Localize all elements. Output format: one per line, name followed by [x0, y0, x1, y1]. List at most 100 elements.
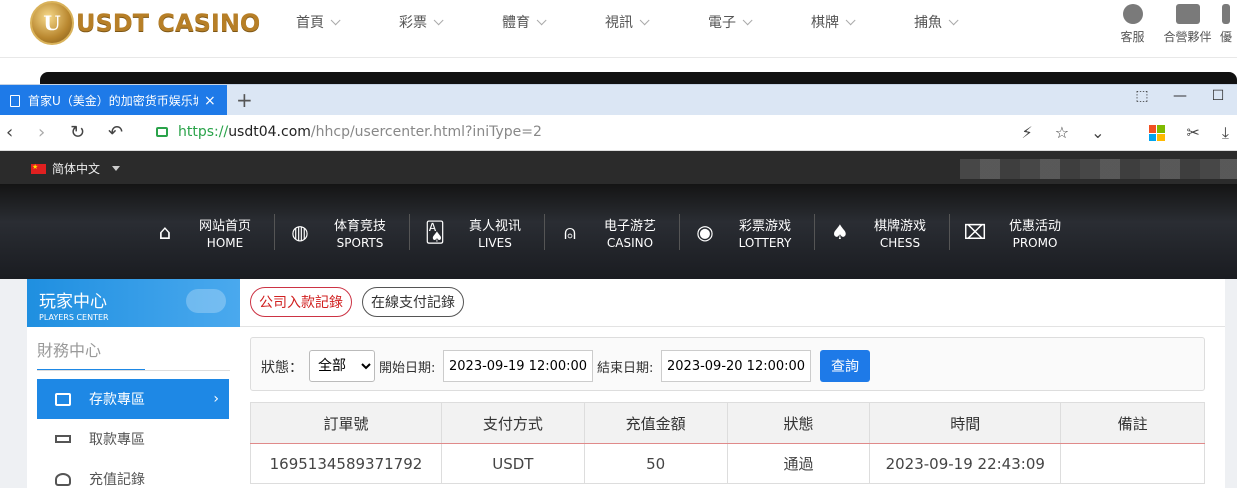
money-bag-icon	[55, 472, 71, 486]
main-nav-promo[interactable]: ⌧ 优惠活动 PROMO	[950, 214, 1084, 250]
sidebar-item-label: 充值記錄	[89, 472, 145, 488]
column-header: 訂單號	[250, 402, 442, 444]
nav-label: 體育	[502, 15, 530, 31]
main-nav-sports[interactable]: ◍ 体育竞技 SPORTS	[275, 214, 410, 250]
main-nav-casino[interactable]: ⍝ 电子游艺 CASINO	[545, 214, 680, 250]
nav-en: CHESS	[879, 235, 921, 250]
nav-en: SPORTS	[336, 235, 384, 250]
dark-band	[40, 72, 1237, 84]
tab-company-deposit-records[interactable]: 公司入款記錄	[250, 287, 352, 317]
record-tabs: 公司入款記錄 在線支付記錄	[250, 287, 474, 317]
top-nav: 首頁 彩票 體育 視訊 電子 棋牌 捕魚	[296, 12, 1017, 32]
china-flag-icon	[31, 163, 46, 174]
language-selector[interactable]: 简体中文	[31, 160, 121, 177]
nav-zh: 优惠活动	[1008, 218, 1061, 234]
promo-button[interactable]: 優	[1215, 0, 1237, 45]
nav-zh: 真人视讯	[468, 218, 521, 234]
undo-icon[interactable]: ↶	[108, 122, 123, 143]
player-center-header: 玩家中心 PLAYERS CENTER	[27, 279, 240, 327]
card-icon	[55, 392, 71, 406]
forward-icon[interactable]: ›	[38, 122, 45, 143]
records-table: 訂單號 支付方式 充值金額 狀態 時間 備註 1695134589371792 …	[250, 402, 1205, 484]
table-header-row: 訂單號 支付方式 充值金額 狀態 時間 備註	[250, 402, 1205, 444]
main-nav: ⌂ 网站首页 HOME ◍ 体育竞技 SPORTS 🂡 真人视讯 LIVES ⍝ 电子游艺 CA…	[140, 214, 1084, 250]
shirt-icon[interactable]: ⬚	[1123, 88, 1161, 104]
payment-method-cell: USDT	[440, 443, 585, 484]
new-tab-button[interactable]: +	[236, 88, 253, 112]
order-number-cell: 1695134589371792	[250, 443, 442, 484]
lightning-icon[interactable]: ⚡	[1022, 123, 1033, 143]
address-tools: ⚡ ☆ ⌄ ✂ ⤓	[1000, 123, 1229, 143]
main-panel: 公司入款記錄 在線支付記錄 狀態： 全部 開始日期: 結束日期: 查詢 訂單號 …	[240, 279, 1225, 488]
nav-zh: 彩票游戏	[738, 218, 791, 234]
top-nav-item-live[interactable]: 視訊	[605, 12, 708, 32]
star-icon[interactable]: ☆	[1055, 123, 1069, 143]
chat-icon	[1122, 4, 1143, 24]
main-nav-lives[interactable]: 🂡 真人视讯 LIVES	[410, 214, 545, 250]
reload-icon[interactable]: ↻	[70, 122, 85, 143]
top-nav-item-chess[interactable]: 棋牌	[811, 12, 914, 32]
sidebar-item-recharge-records[interactable]: 充值記錄	[37, 459, 229, 499]
nav-en: PROMO	[1012, 235, 1058, 250]
nav-zh: 网站首页	[198, 218, 251, 234]
sidebar-item-label: 取款專區	[89, 432, 145, 448]
chevron-down-icon[interactable]: ⌄	[1091, 123, 1104, 143]
nav-label: 電子	[708, 15, 736, 31]
tab-online-payment-records[interactable]: 在線支付記錄	[362, 287, 464, 317]
partners-icon	[1175, 4, 1200, 24]
customer-service-button[interactable]: 客服	[1105, 0, 1160, 45]
nav-zh: 体育竞技	[333, 218, 386, 234]
url-field[interactable]: https:// usdt04.com /hhcp/usercenter.htm…	[156, 124, 542, 140]
status-label: 狀態：	[261, 360, 303, 376]
close-icon[interactable]: ×	[204, 93, 216, 109]
site-logo[interactable]: U USDT CASINO	[30, 0, 260, 46]
window-controls: ⬚ — ☐	[1123, 88, 1237, 104]
start-date-input[interactable]	[443, 350, 593, 382]
partners-button[interactable]: 合營夥伴	[1160, 0, 1215, 45]
main-nav-chess[interactable]: ♠ 棋牌游戏 CHESS	[815, 214, 950, 250]
sidebar-item-label: 存款專區	[89, 392, 145, 408]
download-icon[interactable]: ⤓	[1222, 123, 1229, 143]
top-nav-item-home[interactable]: 首頁	[296, 12, 399, 32]
status-select[interactable]: 全部	[309, 350, 375, 382]
tool-label: 優	[1219, 30, 1232, 44]
main-nav-lottery[interactable]: ◉ 彩票游戏 LOTTERY	[680, 214, 815, 250]
column-header: 備註	[1060, 402, 1205, 444]
logo-text: USDT CASINO	[76, 9, 261, 37]
end-date-input[interactable]	[661, 350, 811, 382]
document-icon	[10, 94, 20, 107]
minimize-button[interactable]: —	[1161, 88, 1199, 104]
chevron-down-icon	[433, 14, 444, 25]
chevron-down-icon	[639, 14, 650, 25]
time-cell: 2023-09-19 22:43:09	[869, 443, 1062, 484]
nav-label: 捕魚	[914, 15, 942, 31]
chevron-down-icon	[845, 14, 856, 25]
divider	[37, 370, 230, 371]
address-bar: ‹ › ↻ ↶ https:// usdt04.com /hhcp/userce…	[0, 115, 1237, 151]
logo-coin-icon: U	[30, 1, 74, 45]
nav-en: LIVES	[478, 235, 512, 250]
nav-en: HOME	[206, 235, 244, 250]
top-nav-item-fishing[interactable]: 捕魚	[914, 12, 1017, 32]
sidebar: 玩家中心 PLAYERS CENTER 財務中心 存款專區 › 取款專區 充值記…	[27, 279, 240, 488]
back-icon[interactable]: ‹	[6, 122, 13, 143]
top-tools: 客服 合營夥伴 優	[1105, 0, 1237, 45]
url-scheme: https://	[178, 124, 229, 140]
maximize-button[interactable]: ☐	[1199, 88, 1237, 104]
sidebar-item-deposit[interactable]: 存款專區 ›	[37, 379, 229, 419]
top-nav-item-electronic[interactable]: 電子	[708, 12, 811, 32]
top-nav-item-sports[interactable]: 體育	[502, 12, 605, 32]
scissors-icon[interactable]: ✂	[1187, 123, 1200, 143]
main-nav-home[interactable]: ⌂ 网站首页 HOME	[140, 214, 275, 250]
language-strip: 简体中文	[0, 151, 1237, 184]
sidebar-item-withdraw[interactable]: 取款專區	[37, 419, 229, 459]
apps-icon[interactable]	[1127, 123, 1165, 143]
nav-en: LOTTERY	[738, 235, 792, 250]
nav-label: 彩票	[399, 15, 427, 31]
browser-tab[interactable]: 首家U（美金）的加密货币娱乐城 ×	[0, 85, 227, 116]
divider	[240, 326, 1225, 327]
top-nav-item-lottery[interactable]: 彩票	[399, 12, 502, 32]
chevron-down-icon	[536, 14, 547, 25]
query-button[interactable]: 查詢	[820, 350, 870, 382]
spade-icon: ♠	[831, 220, 849, 244]
